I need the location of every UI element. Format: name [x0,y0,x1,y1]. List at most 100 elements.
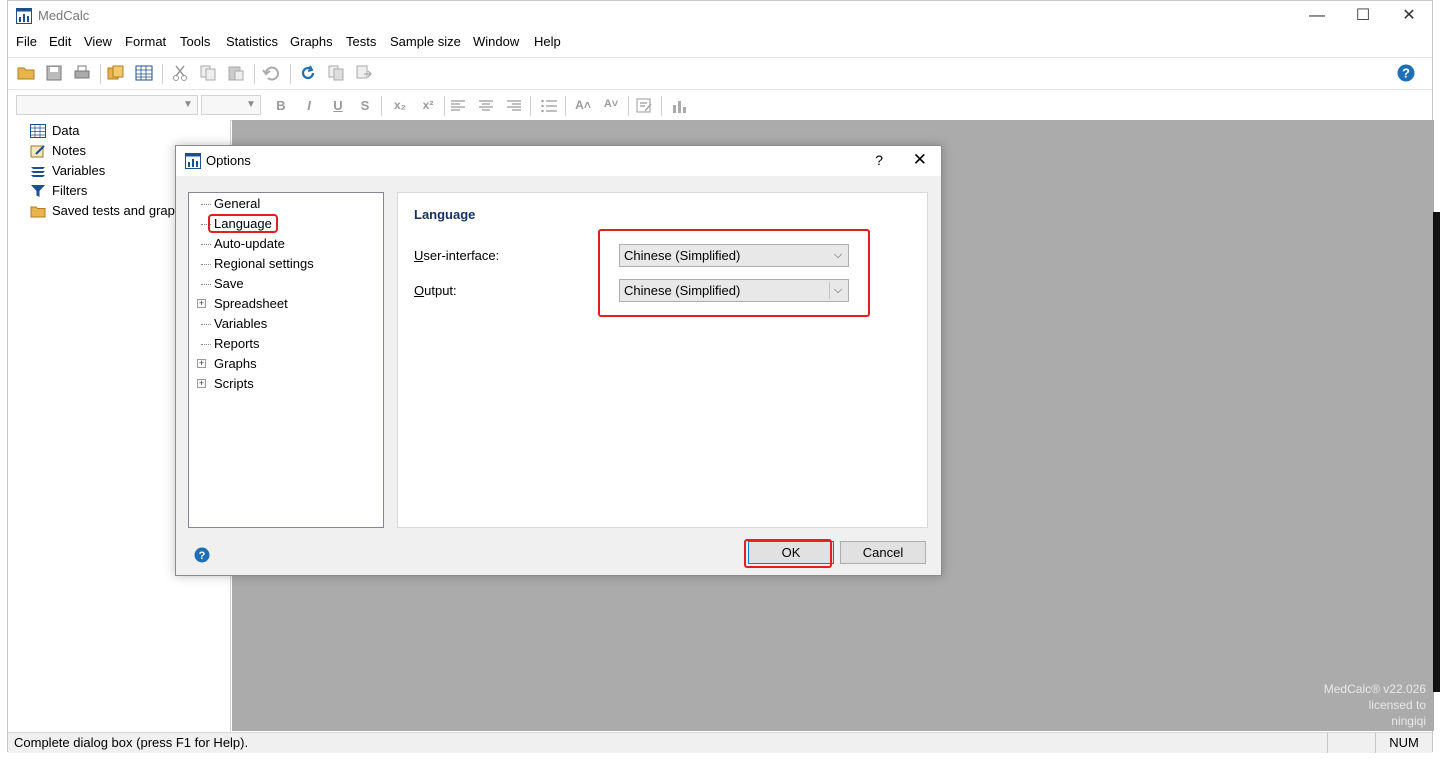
page-title: Language [414,207,476,222]
menu-tools[interactable]: Tools [180,34,210,49]
access-key: O [414,283,425,298]
help-icon[interactable]: ? [194,547,210,563]
status-text: Complete dialog box (press F1 for Help). [14,735,249,750]
menu-edit[interactable]: Edit [49,34,71,49]
minimize-button[interactable]: — [1294,1,1340,31]
paste-icon[interactable] [226,64,246,82]
menu-window[interactable]: Window [473,34,519,49]
align-right-icon[interactable] [504,98,524,114]
refresh-icon[interactable] [298,64,318,82]
tree-item-label: Data [52,123,80,138]
save-icon[interactable] [44,64,64,82]
category-save[interactable]: Save [214,275,244,293]
category-language-label: Language [208,214,278,233]
category-general[interactable]: General [214,195,260,213]
output-language-select[interactable]: Chinese (Simplified) ⌵ [619,279,849,302]
menu-sample-size[interactable]: Sample size [390,34,461,49]
toolbar-separator [254,64,255,84]
open-file-icon[interactable] [106,64,126,82]
svg-text:?: ? [199,550,206,562]
variables-icon [31,167,45,177]
highlight-box [598,229,870,317]
tree-connector [201,284,211,286]
toolbar-separator [628,96,629,116]
tree-connector [201,344,211,346]
maximize-button[interactable]: ☐ [1340,1,1386,31]
export-icon[interactable] [354,64,374,82]
open-folder-icon[interactable] [16,64,36,82]
category-graphs[interactable]: Graphs [214,355,257,373]
menu-statistics[interactable]: Statistics [226,34,278,49]
ok-button[interactable]: OK [748,541,834,564]
underline-button[interactable]: U [328,98,348,114]
menu-view[interactable]: View [84,34,112,49]
user-interface-label: User-interface: [414,248,499,263]
superscript-button[interactable]: x² [418,98,438,114]
menu-tests[interactable]: Tests [346,34,376,49]
duplicate-icon[interactable] [326,64,346,82]
dialog-title-bar[interactable]: Options ? ✕ [176,146,941,176]
dialog-help-button[interactable]: ? [875,152,883,168]
spreadsheet-icon[interactable] [134,64,154,82]
close-button[interactable]: ✕ [1386,1,1432,31]
print-icon[interactable] [72,64,92,82]
copy-icon[interactable] [198,64,218,82]
expand-plus-icon[interactable]: + [197,379,206,388]
screen-edge [1433,212,1440,692]
shrink-font-button[interactable]: A˅ [601,98,621,114]
chevron-down-icon: ▼ [246,99,256,110]
menu-file[interactable]: File [16,34,37,49]
subscript-button[interactable]: x₂ [390,98,410,114]
font-name-combo[interactable]: ▼ [16,95,198,115]
svg-text:?: ? [1402,66,1410,81]
medcalc-app-icon [185,153,201,169]
expand-plus-icon[interactable]: + [197,299,206,308]
tree-connector [201,324,211,326]
language-settings-page: Language User-interface: Chinese (Simpli… [397,192,928,528]
version-text: MedCalc® v22.026 [1323,682,1426,696]
strikethrough-button[interactable]: S [355,98,375,114]
version-info: MedCalc® v22.026 licensed to ningiqi [1324,681,1426,729]
grow-font-button[interactable]: A˄ [573,98,593,114]
category-regional-settings[interactable]: Regional settings [214,255,314,273]
menu-bar: File Edit View Format Tools Statistics G… [8,31,1432,53]
status-bar: Complete dialog box (press F1 for Help).… [8,732,1432,753]
help-icon[interactable]: ? [1396,63,1416,83]
label-text: utput: [424,283,457,298]
tree-item-label: Notes [52,143,86,158]
expand-plus-icon[interactable]: + [197,359,206,368]
toolbar-separator [162,64,163,84]
category-variables[interactable]: Variables [214,315,267,333]
category-reports[interactable]: Reports [214,335,260,353]
user-interface-language-select[interactable]: Chinese (Simplified) ⌵ [619,244,849,267]
font-size-combo[interactable]: ▼ [201,95,261,115]
category-auto-update[interactable]: Auto-update [214,235,285,253]
align-left-icon[interactable] [448,98,468,114]
category-language[interactable]: Language [208,214,278,233]
chart-format-icon[interactable] [670,97,690,115]
menu-help[interactable]: Help [534,34,561,49]
align-center-icon[interactable] [476,98,496,114]
menu-format[interactable]: Format [125,34,166,49]
status-divider [1327,733,1328,753]
category-scripts[interactable]: Scripts [214,375,254,393]
chevron-down-icon: ⌵ [833,249,843,261]
category-spreadsheet[interactable]: Spreadsheet [214,295,288,313]
menu-graphs[interactable]: Graphs [290,34,333,49]
medcalc-app-icon [16,8,32,24]
standard-toolbar: ? [8,57,1432,88]
bold-button[interactable]: B [271,98,291,114]
undo-icon[interactable] [261,64,281,82]
cut-icon[interactable] [170,64,190,82]
edit-settings-icon[interactable] [635,97,655,115]
folder-icon [30,206,46,218]
dialog-close-button[interactable]: ✕ [913,150,927,170]
title-bar: MedCalc — ☐ ✕ [8,1,1432,31]
tree-item-label: Filters [52,183,88,198]
select-value: Chinese (Simplified) [624,248,741,263]
license-text: licensed to [1368,698,1426,712]
italic-button[interactable]: I [299,98,319,114]
cancel-button[interactable]: Cancel [840,541,926,564]
chevron-down-icon: ⌵ [829,282,846,299]
bullet-list-icon[interactable] [539,98,559,114]
